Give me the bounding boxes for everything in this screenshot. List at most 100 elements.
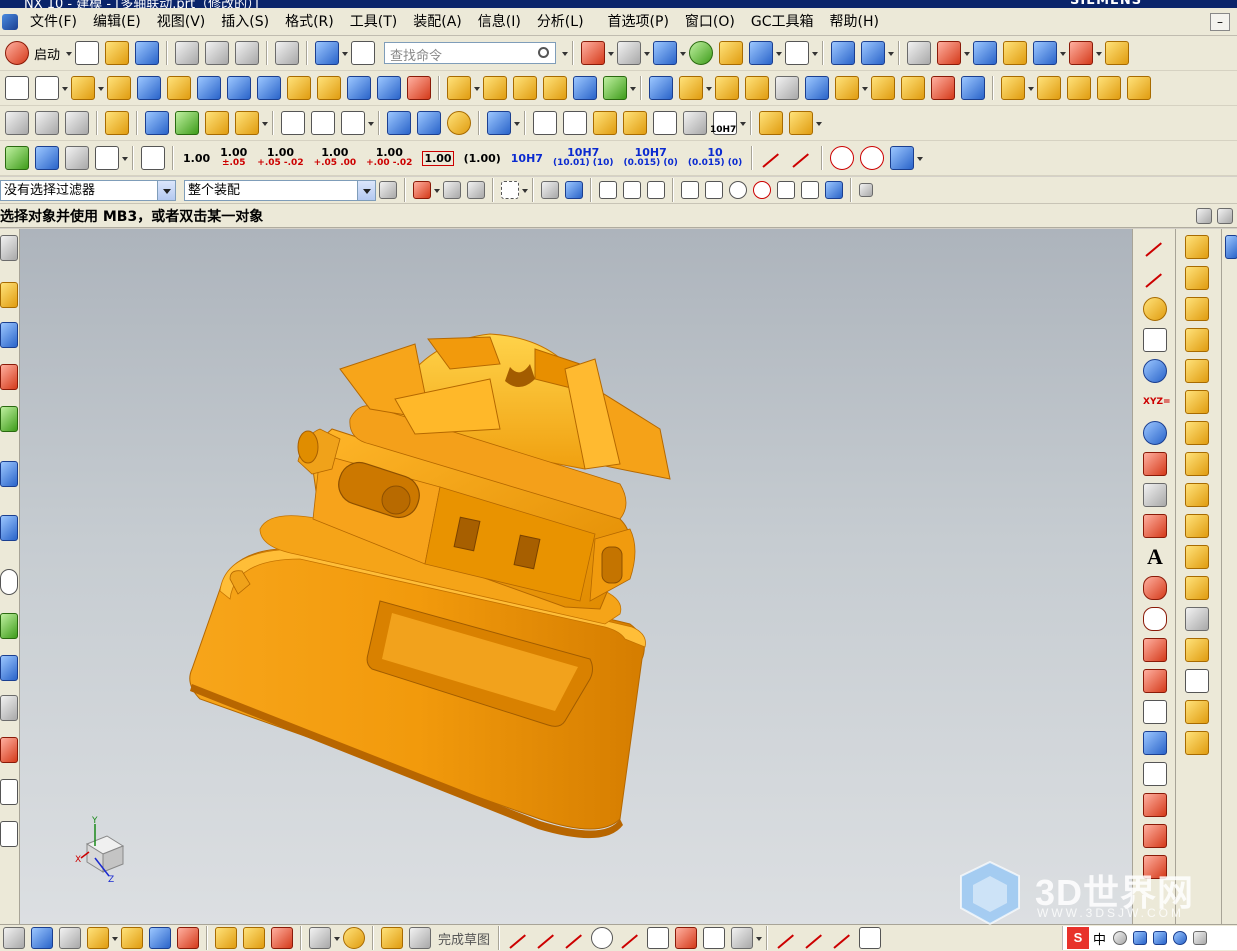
background-dropdown[interactable] <box>812 41 819 65</box>
sketch-icon[interactable] <box>5 76 29 100</box>
dimension-sketch-icon[interactable] <box>859 927 882 949</box>
start-icon[interactable] <box>5 41 29 65</box>
note-icon[interactable] <box>653 111 677 135</box>
copy-face-icon[interactable] <box>1185 514 1209 538</box>
assembly-nav-icon[interactable] <box>907 41 932 65</box>
mid-point-icon[interactable] <box>647 181 665 199</box>
finish-sketch-label[interactable]: 完成草图 <box>438 929 490 948</box>
dim-basic[interactable]: 1.00 <box>422 150 454 166</box>
menu-insert[interactable]: 插入(S) <box>213 11 277 33</box>
pull-face-icon[interactable] <box>1185 266 1209 290</box>
point-on-surface-icon[interactable] <box>825 181 843 199</box>
roles-icon[interactable] <box>0 737 18 763</box>
through-curves-icon[interactable] <box>1037 76 1061 100</box>
text-icon[interactable]: A <box>1143 545 1167 569</box>
start-label[interactable]: 启动 <box>34 44 60 63</box>
axis-dropdown[interactable] <box>122 146 128 170</box>
spreadsheet-icon[interactable] <box>65 146 89 170</box>
law-curve-icon[interactable]: XYZ= <box>1143 390 1171 414</box>
save-icon[interactable] <box>135 41 160 65</box>
component-pattern-icon[interactable] <box>205 111 229 135</box>
constraint-sketch-icon[interactable] <box>243 927 265 949</box>
groove-icon[interactable] <box>407 76 431 100</box>
line-icon[interactable] <box>1143 235 1167 259</box>
layout-grid-icon[interactable] <box>315 41 340 65</box>
mirror-face-icon[interactable] <box>1185 638 1209 662</box>
sphere-feature-icon[interactable] <box>287 76 311 100</box>
label-dropdown[interactable] <box>262 111 268 135</box>
curve-project-icon[interactable] <box>341 111 365 135</box>
selection-scope-select[interactable]: 整个装配 <box>184 179 376 201</box>
gear-icon[interactable] <box>487 111 511 135</box>
wcs-icon[interactable] <box>937 41 962 65</box>
group-face-icon[interactable] <box>1185 607 1209 631</box>
measure-icon[interactable] <box>1003 41 1028 65</box>
sphere-icon[interactable] <box>689 41 714 65</box>
transform-dropdown[interactable] <box>888 41 895 65</box>
arc-center-icon[interactable] <box>729 181 747 199</box>
type-filter-select[interactable]: 没有选择过滤器 <box>0 179 176 201</box>
control-point-icon[interactable] <box>681 181 699 199</box>
hd3d-tools-icon[interactable] <box>0 461 18 487</box>
sketch-body-icon[interactable] <box>309 927 331 949</box>
existing-point-icon[interactable] <box>777 181 795 199</box>
offset-dropdown[interactable] <box>474 76 480 100</box>
app-icon[interactable] <box>2 13 18 30</box>
move-object-icon[interactable] <box>831 41 856 65</box>
profile-curve-icon[interactable] <box>507 927 529 949</box>
replace-face-sync-icon[interactable] <box>1185 328 1209 352</box>
unite-icon[interactable] <box>573 76 597 100</box>
cut-face-icon[interactable] <box>1185 545 1209 569</box>
blob-shape-icon[interactable] <box>1143 576 1167 600</box>
frame-dim-icon[interactable] <box>141 146 165 170</box>
make-coaxial-icon[interactable] <box>1185 731 1209 755</box>
add-sketch-icon[interactable] <box>87 927 109 949</box>
return-arrow-icon[interactable] <box>890 146 915 170</box>
render-dropdown[interactable] <box>644 41 651 65</box>
wrap-curve-icon[interactable] <box>1143 731 1167 755</box>
shade-dropdown[interactable] <box>680 41 687 65</box>
quick-trim-icon[interactable] <box>775 927 797 949</box>
boolean-dropdown[interactable] <box>630 76 636 100</box>
helix-icon[interactable] <box>1143 359 1167 383</box>
rectangle-icon[interactable] <box>1143 328 1167 352</box>
dim-fit-tolerance[interactable]: 10H7 (0.015) (0) <box>624 147 678 169</box>
body-dropdown[interactable] <box>334 926 340 950</box>
quick-pick-icon[interactable] <box>859 183 873 197</box>
copy-icon[interactable] <box>205 41 230 65</box>
select-dropdown[interactable] <box>434 178 440 202</box>
diameter2-icon[interactable] <box>860 146 885 170</box>
patch-icon[interactable] <box>901 76 925 100</box>
render-style-icon[interactable] <box>617 41 642 65</box>
palette-icon[interactable] <box>0 821 18 847</box>
pocket-icon[interactable] <box>317 76 341 100</box>
fit-dropdown[interactable] <box>608 41 615 65</box>
divide-curve-icon[interactable] <box>1143 855 1167 879</box>
subtract-icon[interactable] <box>603 76 627 100</box>
dim-reference[interactable]: (1.00) <box>464 153 501 164</box>
constraint-navigator-icon[interactable] <box>0 322 18 348</box>
surface-finish-icon[interactable] <box>760 146 784 170</box>
paste-face-icon[interactable] <box>1185 576 1209 600</box>
snap-body-icon[interactable] <box>541 181 559 199</box>
prompt-options-icon[interactable] <box>1196 208 1212 224</box>
attach-icon[interactable] <box>343 927 365 949</box>
chamfer-icon[interactable] <box>679 76 703 100</box>
menu-view[interactable]: 视图(V) <box>149 11 214 33</box>
part-navigator-icon[interactable] <box>65 111 89 135</box>
bounded-plane-icon[interactable] <box>1127 76 1151 100</box>
dim-bilateral[interactable]: 1.00 ±.05 <box>220 147 247 169</box>
pattern-icon[interactable] <box>513 76 537 100</box>
split-body-icon[interactable] <box>805 76 829 100</box>
menu-help[interactable]: 帮助(H) <box>822 11 887 33</box>
dim-limits[interactable]: 10 (0.015) (0) <box>688 147 742 169</box>
dim-nominal[interactable]: 1.00 <box>183 153 210 164</box>
surface-icon[interactable] <box>1001 76 1025 100</box>
part-model[interactable] <box>20 229 1132 924</box>
info-window-icon[interactable] <box>351 41 376 65</box>
section-curve-icon[interactable] <box>1143 669 1167 693</box>
transform-icon[interactable] <box>861 41 886 65</box>
check-mate-icon[interactable] <box>35 146 59 170</box>
quick-extend-icon[interactable] <box>803 927 825 949</box>
menu-analysis[interactable]: 分析(L) <box>529 11 592 33</box>
